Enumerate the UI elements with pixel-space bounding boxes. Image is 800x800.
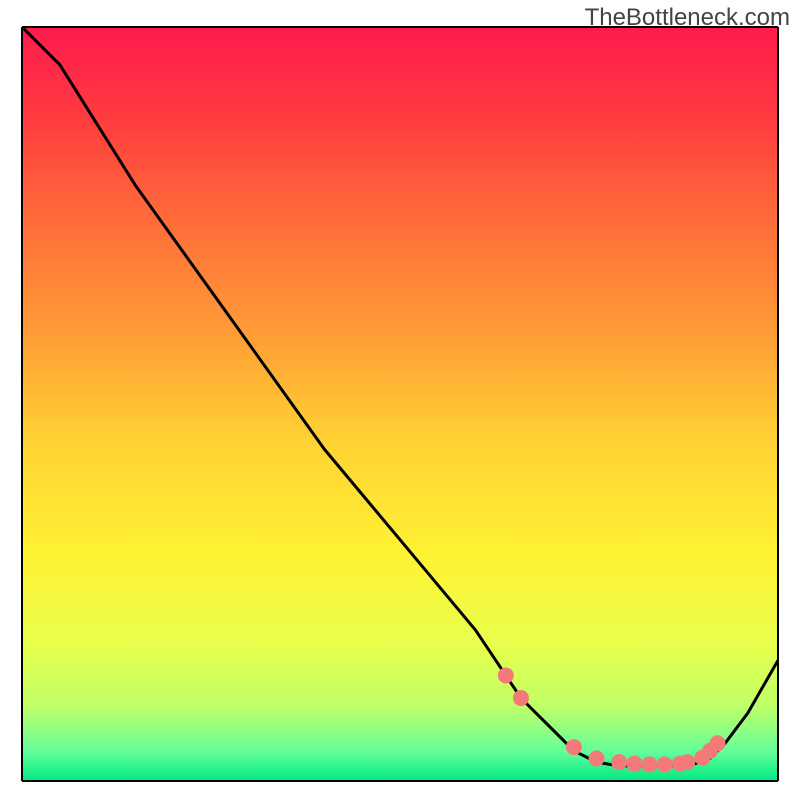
data-marker bbox=[626, 756, 642, 772]
data-marker bbox=[513, 690, 529, 706]
bottleneck-chart bbox=[0, 0, 800, 800]
data-marker bbox=[641, 756, 657, 772]
plot-background bbox=[22, 27, 778, 781]
chart-container: { "watermark": "TheBottleneck.com", "cha… bbox=[0, 0, 800, 800]
data-marker bbox=[589, 750, 605, 766]
data-marker bbox=[710, 735, 726, 751]
data-marker bbox=[679, 754, 695, 770]
data-marker bbox=[498, 667, 514, 683]
data-marker bbox=[611, 754, 627, 770]
data-marker bbox=[566, 739, 582, 755]
data-marker bbox=[657, 756, 673, 772]
watermark-text: TheBottleneck.com bbox=[585, 4, 790, 32]
